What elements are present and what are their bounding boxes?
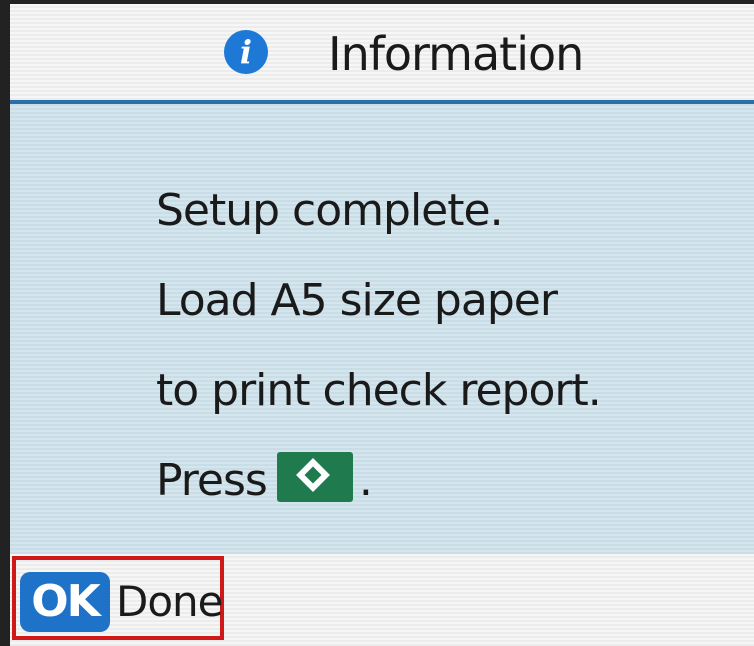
dialog-title: Information [328,27,584,81]
printer-lcd-bezel: i Information Setup complete. Load A5 si… [0,0,754,646]
message-line: Load A5 size paper [156,275,558,326]
ok-key-icon: OK [20,572,110,632]
dialog-footer: OK Done [10,554,754,646]
press-label: Press [156,455,268,506]
message-line-press: Press. [156,448,746,538]
ok-done-button[interactable]: OK Done [12,556,224,640]
message-line: to print check report. [156,365,602,416]
done-label: Done [116,577,223,626]
message-line: Setup complete. [156,185,504,236]
lcd-screen: i Information Setup complete. Load A5 si… [10,4,754,646]
info-icon: i [224,30,268,74]
dialog-message: Setup complete. Load A5 size paper to pr… [156,178,746,538]
start-diamond-icon [276,452,353,502]
dialog-header: i Information [10,4,754,104]
period: . [358,455,373,506]
diamond-icon [295,458,330,492]
